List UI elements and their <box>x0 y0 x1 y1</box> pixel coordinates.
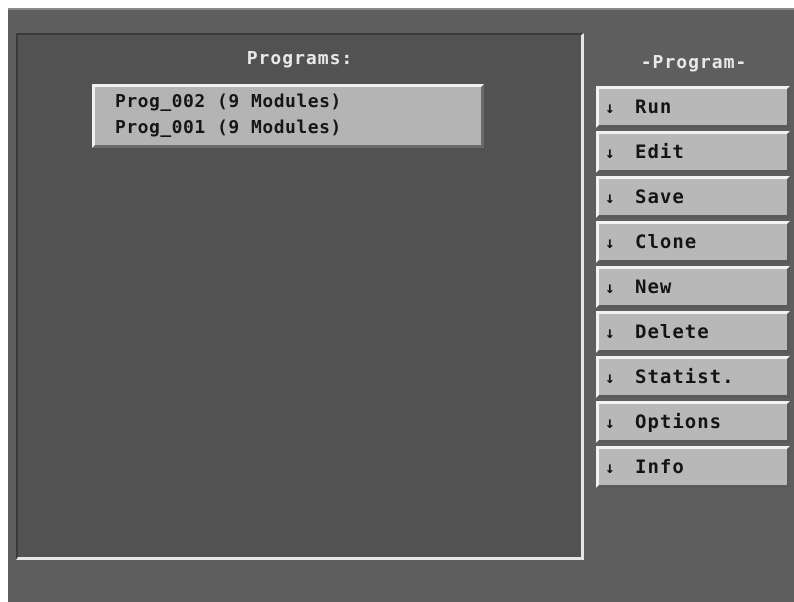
programs-title: Programs: <box>246 48 354 69</box>
arrow-down-icon: ↓ <box>605 232 615 252</box>
info-button[interactable]: ↓ Info <box>596 446 790 488</box>
run-button[interactable]: ↓ Run <box>596 86 790 128</box>
program-list[interactable]: Prog_002 (9 Modules) Prog_001 (9 Modules… <box>92 84 484 148</box>
clone-button-label: Clone <box>635 231 698 253</box>
list-item-prog-002[interactable]: Prog_002 (9 Modules) <box>115 89 481 115</box>
edit-button[interactable]: ↓ Edit <box>596 131 790 173</box>
arrow-down-icon: ↓ <box>605 322 615 342</box>
clone-button[interactable]: ↓ Clone <box>596 221 790 263</box>
statistics-button[interactable]: ↓ Statist. <box>596 356 790 398</box>
arrow-down-icon: ↓ <box>605 367 615 387</box>
statistics-button-label: Statist. <box>635 366 735 388</box>
arrow-down-icon: ↓ <box>605 187 615 207</box>
program-menu-title: -Program- <box>640 52 748 73</box>
options-button-label: Options <box>635 411 723 433</box>
edit-button-label: Edit <box>635 141 685 163</box>
arrow-down-icon: ↓ <box>605 457 615 477</box>
arrow-down-icon: ↓ <box>605 277 615 297</box>
delete-button[interactable]: ↓ Delete <box>596 311 790 353</box>
run-button-label: Run <box>635 96 673 118</box>
new-button-label: New <box>635 276 673 298</box>
arrow-down-icon: ↓ <box>605 142 615 162</box>
delete-button-label: Delete <box>635 321 710 343</box>
list-item-prog-001[interactable]: Prog_001 (9 Modules) <box>115 115 481 141</box>
info-button-label: Info <box>635 456 685 478</box>
save-button-label: Save <box>635 186 685 208</box>
arrow-down-icon: ↓ <box>605 97 615 117</box>
options-button[interactable]: ↓ Options <box>596 401 790 443</box>
new-button[interactable]: ↓ New <box>596 266 790 308</box>
save-button[interactable]: ↓ Save <box>596 176 790 218</box>
arrow-down-icon: ↓ <box>605 412 615 432</box>
